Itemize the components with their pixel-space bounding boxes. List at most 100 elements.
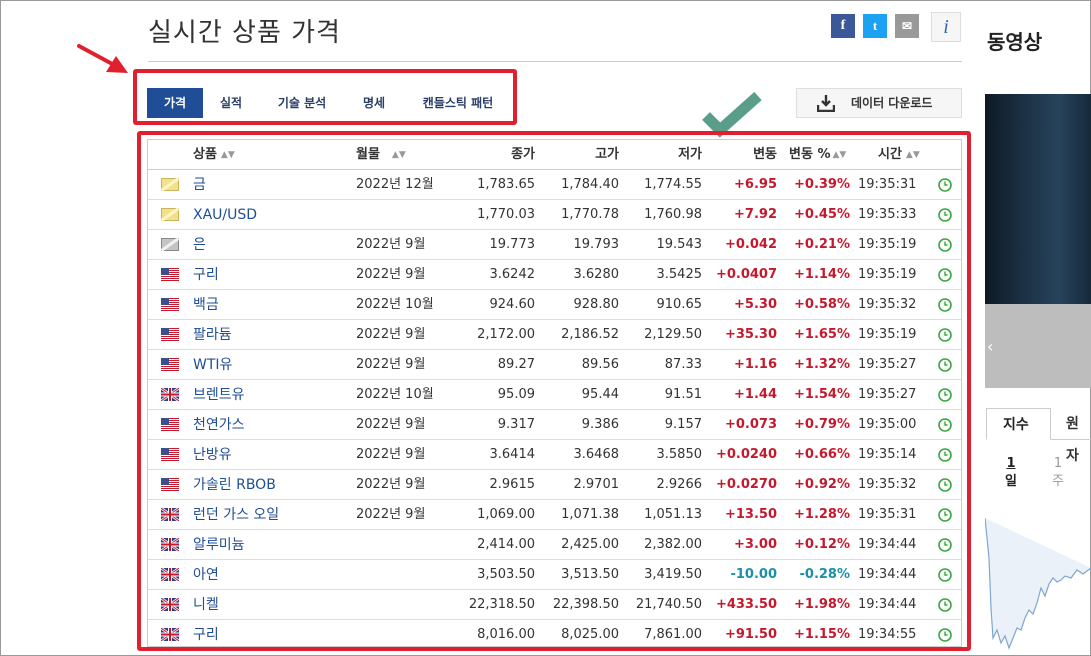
uk-flag-icon	[161, 388, 179, 401]
clock-icon	[938, 628, 952, 642]
price-change: -10.00	[730, 567, 777, 582]
update-time: 19:35:32	[858, 477, 917, 492]
header-high[interactable]: 고가	[533, 140, 619, 170]
header-time-label: 시간	[878, 147, 902, 162]
high-price: 3.6468	[573, 447, 620, 462]
table-row: 니켈 22,318.50 22,398.50 21,740.50 +433.50 +1.9…	[148, 590, 961, 620]
header-name[interactable]: 상품 ▲▼	[193, 140, 235, 170]
price-change-pct: +0.39%	[794, 177, 850, 192]
gold-icon	[161, 208, 179, 221]
low-price: 2,382.00	[644, 537, 702, 552]
period-1-day[interactable]: 1 일	[1005, 455, 1017, 491]
header-change[interactable]: 변동	[703, 140, 777, 170]
info-icon[interactable]: i	[931, 12, 961, 42]
commodity-link[interactable]: 천연가스	[193, 410, 245, 440]
commodity-link[interactable]: 가솔린 RBOB	[193, 470, 276, 500]
data-download-button[interactable]: 데이터 다운로드	[796, 88, 962, 118]
close-price: 1,069.00	[477, 507, 535, 522]
commodity-link[interactable]: XAU/USD	[193, 200, 257, 230]
twitter-share-icon[interactable]: t	[863, 14, 887, 38]
high-price: 1,784.40	[561, 177, 619, 192]
contract-month: 2022년 9월	[356, 447, 426, 462]
clock-icon	[938, 268, 952, 282]
tab-technical-analysis[interactable]: 기술 분석	[262, 88, 342, 118]
update-time: 19:35:00	[858, 417, 917, 432]
commodity-link[interactable]: WTI유	[193, 350, 232, 380]
high-price: 9.386	[581, 417, 619, 432]
us-flag-icon	[161, 418, 179, 431]
tab-performance[interactable]: 실적	[206, 88, 256, 118]
price-change-pct: +0.58%	[794, 297, 850, 312]
close-price: 2,414.00	[477, 537, 535, 552]
price-change-pct: +0.92%	[794, 477, 850, 492]
tab-price[interactable]: 가격	[147, 88, 203, 118]
uk-flag-icon	[161, 628, 179, 641]
tab-specification[interactable]: 명세	[350, 88, 398, 118]
low-price: 910.65	[656, 297, 703, 312]
commodity-link[interactable]: 니켈	[193, 590, 219, 620]
high-price: 2,186.52	[561, 327, 619, 342]
price-change: +1.44	[734, 387, 777, 402]
uk-flag-icon	[161, 598, 179, 611]
commodity-link[interactable]: 은	[193, 230, 206, 260]
update-time: 19:34:55	[858, 627, 917, 642]
update-time: 19:35:14	[858, 447, 917, 462]
commodity-link[interactable]: 금	[193, 170, 206, 200]
index-mini-chart	[985, 518, 1091, 650]
close-price: 19.773	[489, 237, 536, 252]
commodity-link[interactable]: 구리	[193, 260, 219, 290]
tab-index[interactable]: 지수	[986, 408, 1051, 440]
period-1-week-num: 1	[1053, 456, 1063, 471]
price-change-pct: +0.45%	[794, 207, 850, 222]
price-change: +5.30	[734, 297, 777, 312]
update-time: 19:34:44	[858, 567, 917, 582]
header-low[interactable]: 저가	[617, 140, 702, 170]
price-change-pct: +0.21%	[794, 237, 850, 252]
update-time: 19:34:44	[858, 597, 917, 612]
sort-icon: ▲▼	[220, 150, 235, 160]
commodity-link[interactable]: 팔라듐	[193, 320, 232, 350]
commodity-link[interactable]: 난방유	[193, 440, 232, 470]
price-change: +3.00	[734, 537, 777, 552]
clock-icon	[938, 298, 952, 312]
price-change: +91.50	[724, 627, 777, 642]
commodity-link[interactable]: 아연	[193, 560, 219, 590]
header-time[interactable]: 시간 ▲▼	[878, 140, 920, 170]
price-change: +7.92	[734, 207, 777, 222]
chevron-left-icon[interactable]: ‹	[987, 337, 993, 356]
contract-month: 2022년 9월	[356, 357, 426, 372]
facebook-share-icon[interactable]: f	[831, 14, 855, 38]
red-arrow-annotation	[77, 44, 128, 73]
header-change-pct[interactable]: 변동 % ▲▼	[789, 140, 846, 170]
commodity-link[interactable]: 런던 가스 오일	[193, 500, 279, 530]
high-price: 1,071.38	[561, 507, 619, 522]
tab-raw-materials[interactable]: 원자	[1066, 408, 1091, 464]
price-change-pct: +0.12%	[794, 537, 850, 552]
table-row: 난방유 2022년 9월 3.6414 3.6468 3.5850 +0.0240 +0.6…	[148, 440, 961, 470]
commodity-link[interactable]: 알루미늄	[193, 530, 245, 560]
clock-icon	[938, 478, 952, 492]
clock-icon	[938, 418, 952, 432]
close-price: 2,172.00	[477, 327, 535, 342]
low-price: 19.543	[656, 237, 703, 252]
commodity-link[interactable]: 백금	[193, 290, 219, 320]
sort-icon: ▲▼	[391, 150, 406, 160]
mail-share-icon[interactable]: ✉	[895, 14, 919, 38]
high-price: 22,398.50	[552, 597, 619, 612]
period-1-week[interactable]: 1 주	[1052, 455, 1064, 491]
clock-icon	[938, 328, 952, 342]
price-change-pct: +1.14%	[794, 267, 850, 282]
video-thumbnail[interactable]	[985, 94, 1091, 304]
close-price: 22,318.50	[468, 597, 535, 612]
commodity-link[interactable]: 구리	[193, 620, 219, 646]
low-price: 7,861.00	[644, 627, 702, 642]
table-row: 천연가스 2022년 9월 9.317 9.386 9.157 +0.073 +0.79% 1…	[148, 410, 961, 440]
contract-month: 2022년 9월	[356, 327, 426, 342]
contract-month: 2022년 10월	[356, 297, 434, 312]
header-close[interactable]: 종가	[448, 140, 535, 170]
tab-candlestick-patterns[interactable]: 캔들스틱 패턴	[404, 88, 512, 118]
header-month[interactable]: 월물 ▲▼	[356, 140, 406, 170]
us-flag-icon	[161, 328, 179, 341]
commodity-link[interactable]: 브렌트유	[193, 380, 245, 410]
low-price: 2.9266	[656, 477, 703, 492]
